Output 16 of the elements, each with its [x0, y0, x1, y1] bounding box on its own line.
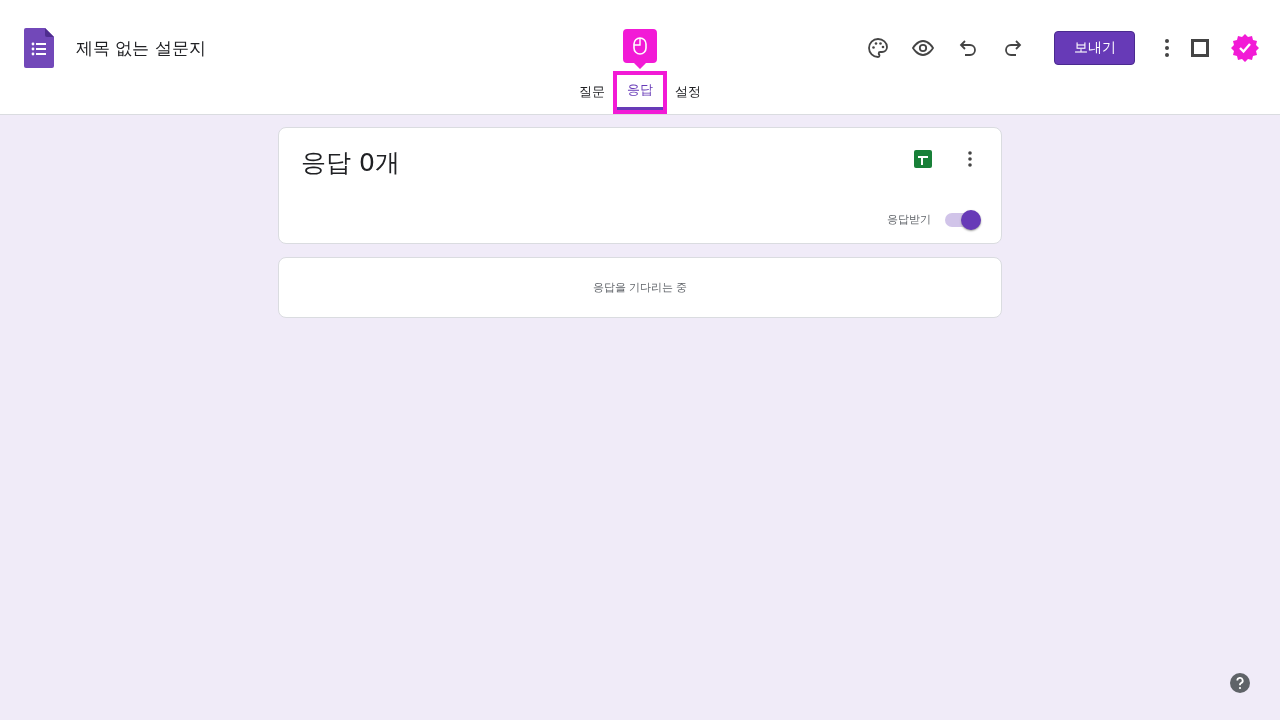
empty-message: 응답을 기다리는 중 — [592, 280, 688, 295]
help-icon[interactable] — [1230, 673, 1250, 693]
accepting-label: 응답받기 — [887, 212, 931, 227]
response-count: 응답 0개 — [301, 147, 400, 179]
palette-icon[interactable] — [866, 36, 890, 60]
tab[interactable]: 질문 — [571, 75, 613, 114]
tab[interactable]: 설정 — [667, 75, 709, 114]
more-icon[interactable] — [967, 150, 973, 168]
avatar-icon[interactable] — [1230, 33, 1260, 63]
more-icon[interactable] — [1164, 38, 1170, 58]
forms-logo-icon[interactable] — [24, 28, 54, 68]
form-title[interactable]: 제목 없는 설문지 — [76, 36, 206, 60]
square-icon[interactable] — [1191, 39, 1209, 57]
accepting-toggle[interactable] — [945, 212, 979, 227]
spreadsheet-icon[interactable] — [914, 150, 932, 168]
send-button[interactable]: 보내기 — [1054, 31, 1135, 65]
